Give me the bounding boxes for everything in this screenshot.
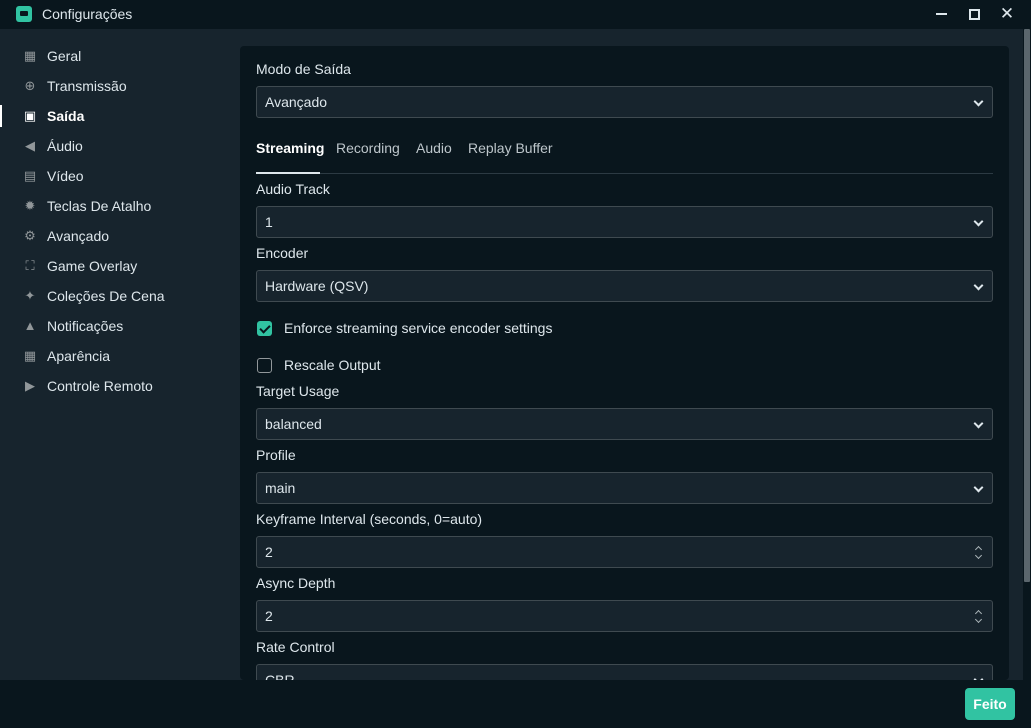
tab-audio[interactable]: Audio <box>416 140 452 156</box>
sidebar-item-hotkeys[interactable]: ✹ Teclas De Atalho <box>0 192 228 220</box>
rate-control-label: Rate Control <box>256 639 335 655</box>
sidebar-item-label: Notificações <box>47 318 124 334</box>
sidebar-item-label: Vídeo <box>47 168 84 184</box>
gears-icon: ⚙ <box>24 228 36 243</box>
sidebar-item-label: Coleções De Cena <box>47 288 165 304</box>
chevron-down-icon <box>973 280 984 291</box>
target-usage-select[interactable]: balanced <box>256 408 993 440</box>
keyframe-interval-value: 2 <box>265 544 273 560</box>
output-mode-value: Avançado <box>265 94 328 110</box>
encoder-select[interactable]: Hardware (QSV) <box>256 270 993 302</box>
audio-track-select[interactable]: 1 <box>256 206 993 238</box>
rate-control-select[interactable]: CBR <box>256 664 993 680</box>
target-usage-label: Target Usage <box>256 383 340 399</box>
async-depth-value: 2 <box>265 608 273 624</box>
magic-wand-icon: ✦ <box>24 288 36 303</box>
encoder-label: Encoder <box>256 245 309 261</box>
async-depth-label: Async Depth <box>256 575 336 591</box>
grid-icon: ▦ <box>23 48 37 63</box>
rescale-output-label: Rescale Output <box>284 357 381 373</box>
target-usage-value: balanced <box>265 416 322 432</box>
output-tabs: Streaming Recording Audio Replay Buffer <box>256 136 993 174</box>
sidebar-item-label: Aparência <box>47 348 111 364</box>
sidebar-item-advanced[interactable]: ⚙ Avançado <box>0 222 228 250</box>
speaker-icon: ◀ <box>25 138 35 153</box>
chevron-down-icon <box>973 96 984 107</box>
sidebar-item-transmissao[interactable]: ⊕ Transmissão <box>0 72 228 100</box>
keyframe-interval-input[interactable]: 2 <box>256 536 993 568</box>
film-icon: ▤ <box>23 168 37 183</box>
minimize-icon <box>935 13 947 15</box>
sidebar-item-appearance[interactable]: ▦ Aparência <box>0 342 228 370</box>
audio-track-label: Audio Track <box>256 181 330 197</box>
sidebar-item-label: Transmissão <box>47 78 127 94</box>
play-circle-icon: ▶ <box>25 378 35 393</box>
sidebar-item-game-overlay[interactable]: ⛶ Game Overlay <box>0 252 228 280</box>
sidebar-item-label: Teclas De Atalho <box>47 198 152 214</box>
globe-icon: ⊕ <box>24 78 36 93</box>
audio-track-value: 1 <box>265 214 273 230</box>
sidebar-item-label: Controle Remoto <box>47 378 153 394</box>
palette-icon: ▦ <box>23 348 37 363</box>
chevron-down-icon <box>973 216 984 227</box>
minimize-button[interactable] <box>930 4 952 24</box>
settings-sidebar: ▦ Geral ⊕ Transmissão ▣ Saída ◀ Áudio ▤ … <box>0 29 228 680</box>
spin-down-icon[interactable] <box>974 551 983 560</box>
maximize-icon <box>968 8 980 20</box>
sidebar-item-geral[interactable]: ▦ Geral <box>0 42 228 70</box>
sidebar-item-video[interactable]: ▤ Vídeo <box>0 162 228 190</box>
sidebar-item-label: Game Overlay <box>47 258 138 274</box>
sidebar-item-remote-control[interactable]: ▶ Controle Remoto <box>0 372 228 400</box>
close-button[interactable]: ✕ <box>996 4 1018 24</box>
tab-replay-buffer[interactable]: Replay Buffer <box>468 140 553 156</box>
encoder-value: Hardware (QSV) <box>265 278 369 294</box>
sidebar-item-audio[interactable]: ◀ Áudio <box>0 132 228 160</box>
output-mode-label: Modo de Saída <box>256 61 351 77</box>
sidebar-item-label: Saída <box>47 108 85 124</box>
window-title: Configurações <box>42 6 133 22</box>
scrollbar[interactable] <box>1023 29 1031 680</box>
streamlabs-logo-icon <box>16 6 32 22</box>
profile-label: Profile <box>256 447 296 463</box>
expand-icon: ⛶ <box>25 258 35 273</box>
tab-streaming[interactable]: Streaming <box>256 140 324 156</box>
active-tab-indicator <box>256 172 320 174</box>
close-icon: ✕ <box>999 4 1015 23</box>
gear-icon: ✹ <box>24 198 36 213</box>
settings-window: Configurações ✕ ▦ Geral ⊕ Transmissão ▣ … <box>0 0 1031 728</box>
chip-icon: ▣ <box>23 108 37 123</box>
done-button[interactable]: Feito <box>965 688 1015 720</box>
output-settings-panel: Modo de Saída Avançado Streaming Recordi… <box>240 46 1009 680</box>
tab-recording[interactable]: Recording <box>336 140 400 156</box>
sidebar-item-scene-collections[interactable]: ✦ Coleções De Cena <box>0 282 228 310</box>
title-bar[interactable]: Configurações ✕ <box>0 0 1031 29</box>
sidebar-item-label: Áudio <box>47 138 83 154</box>
sidebar-item-label: Geral <box>47 48 82 64</box>
sidebar-item-notifications[interactable]: ▲ Notificações <box>0 312 228 340</box>
rescale-output-checkbox[interactable] <box>257 358 272 373</box>
sidebar-item-label: Avançado <box>47 228 110 244</box>
enforce-settings-label: Enforce streaming service encoder settin… <box>284 320 553 336</box>
chevron-down-icon <box>973 418 984 429</box>
profile-select[interactable]: main <box>256 472 993 504</box>
chevron-down-icon <box>973 482 984 493</box>
bell-icon: ▲ <box>23 318 37 333</box>
maximize-button[interactable] <box>963 4 985 24</box>
keyframe-interval-label: Keyframe Interval (seconds, 0=auto) <box>256 511 483 527</box>
sidebar-item-saida[interactable]: ▣ Saída <box>0 102 228 130</box>
output-mode-select[interactable]: Avançado <box>256 86 993 118</box>
profile-value: main <box>265 480 296 496</box>
enforce-settings-checkbox[interactable] <box>257 321 272 336</box>
footer: Feito <box>0 680 1031 728</box>
scrollbar-thumb[interactable] <box>1024 29 1030 582</box>
spin-down-icon[interactable] <box>974 615 983 624</box>
rate-control-value: CBR <box>265 672 295 680</box>
async-depth-input[interactable]: 2 <box>256 600 993 632</box>
